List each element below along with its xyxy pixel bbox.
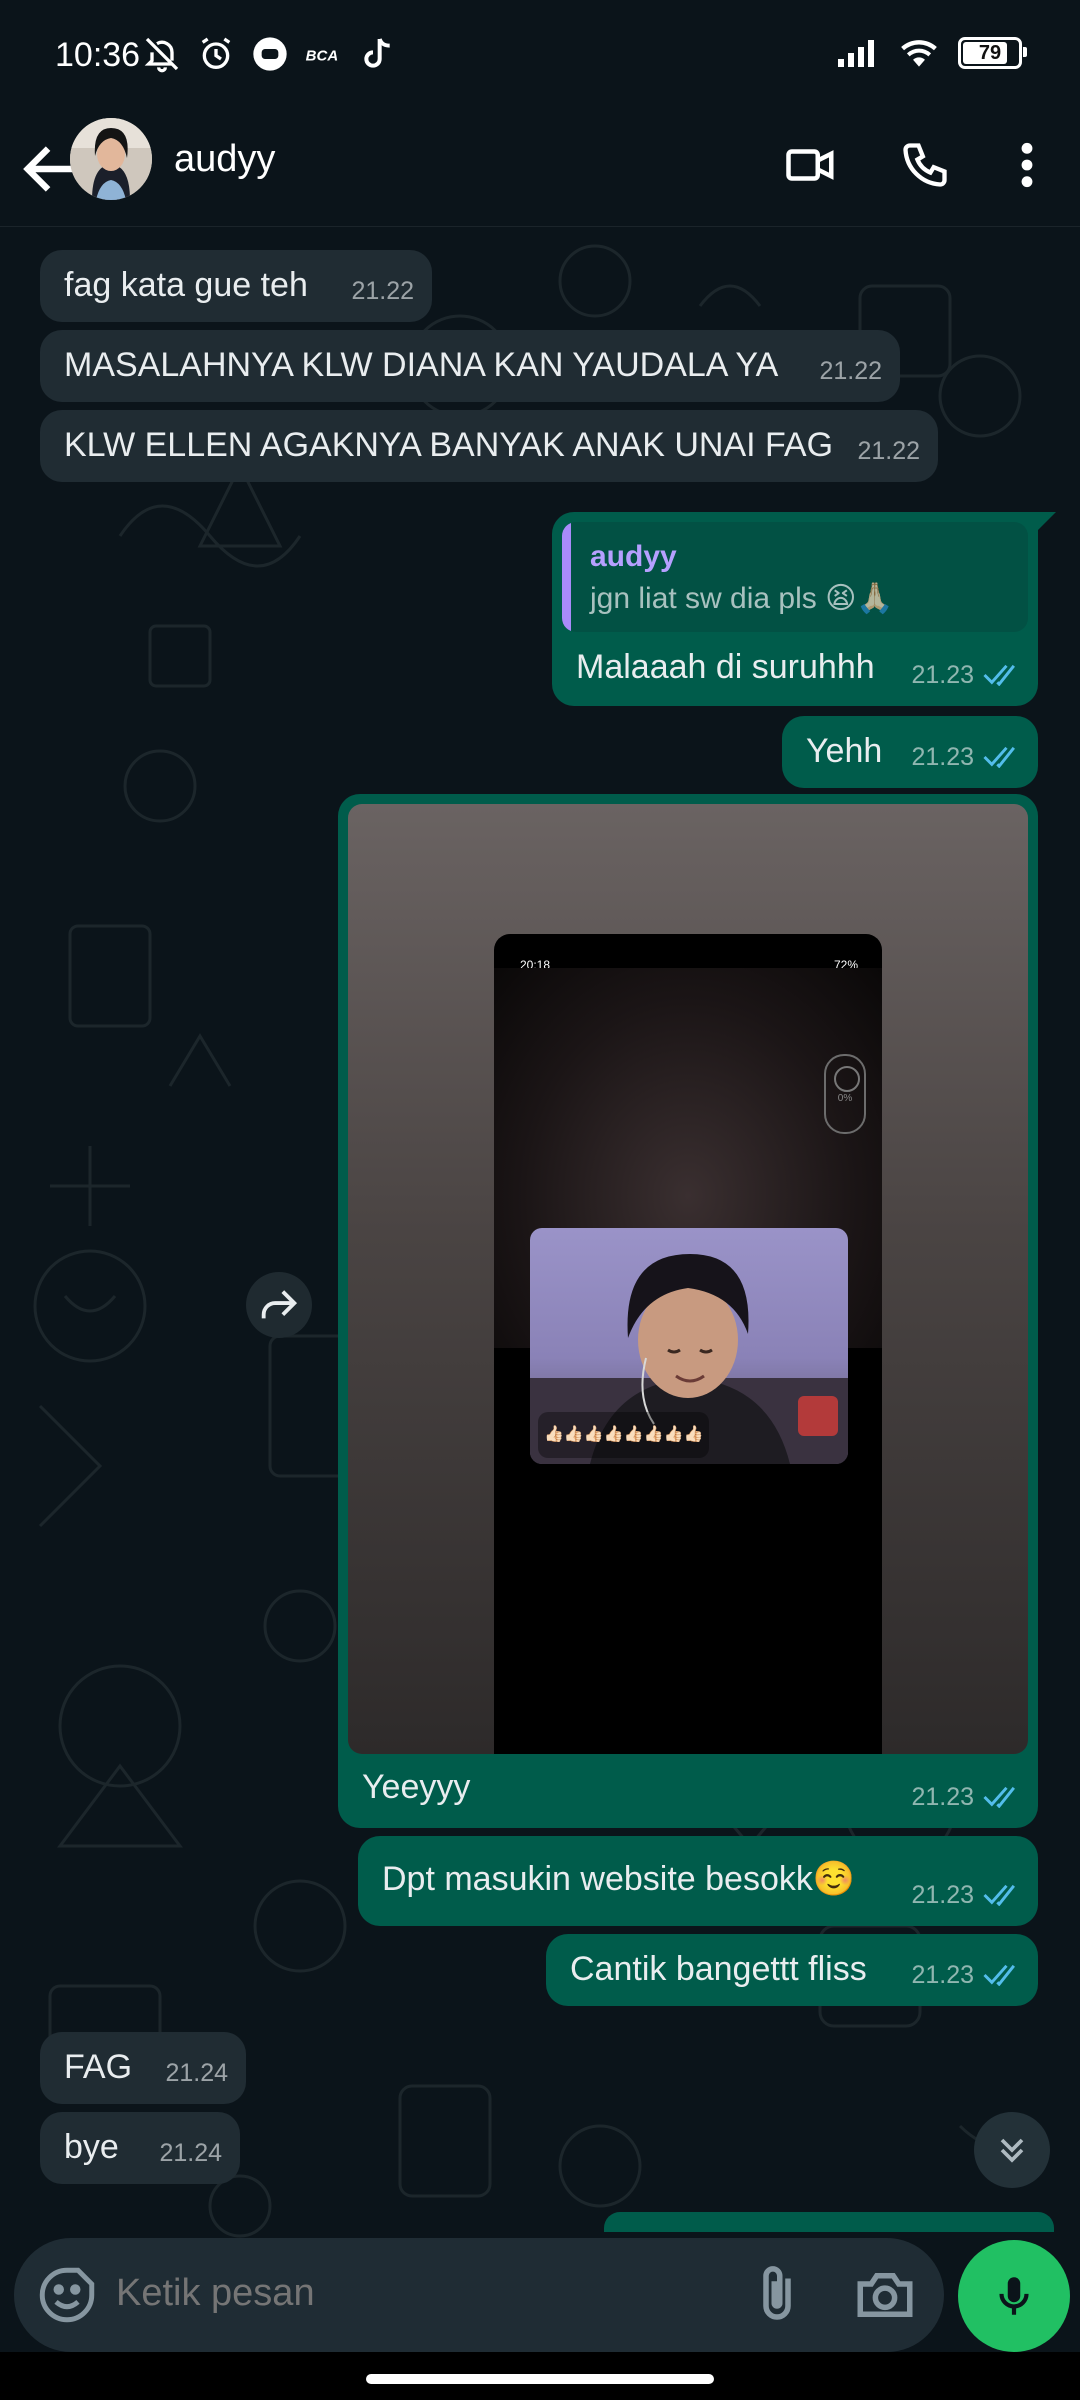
voice-record-button[interactable] [958,2240,1070,2352]
quoted-reply[interactable]: audyy jgn liat sw dia pls 😫🙏🏻 [562,522,1028,632]
signal-icon [838,40,874,67]
double-chevron-down-icon [1000,2138,1024,2163]
sticker-emoji-icon[interactable] [34,2262,100,2328]
contact-name[interactable]: audyy [174,138,275,181]
message-bubble-incoming[interactable]: KLW ELLEN AGAKNYA BANYAK ANAK UNAI FAG 2… [40,410,938,482]
video-call-icon [786,149,834,181]
message-time: 21.23 [911,1776,1020,1818]
message-text: Dpt masukin website besokk☺️ [382,1860,856,1898]
message-bubble-incoming[interactable]: fag kata gue teh 21.22 [40,250,432,322]
message-time: 21.24 [159,2139,222,2167]
message-text: KLW ELLEN AGAKNYA BANYAK ANAK UNAI FAG [64,426,834,464]
read-ticks-icon [983,664,1015,686]
more-options-button[interactable] [992,130,1062,200]
message-text: Yehh [806,732,883,770]
message-time: 21.24 [165,2059,228,2087]
read-ticks-icon [983,1964,1015,1986]
voice-call-icon [903,143,947,187]
reply-author: audyy [590,540,677,573]
message-bubble-incoming[interactable]: FAG 21.24 [40,2032,246,2104]
microphone-icon [999,2277,1029,2315]
system-icons: 79 [836,36,1027,70]
battery-icon: 79 [958,37,1027,69]
message-bubble-outgoing[interactable]: Cantik bangettt fliss 21.23 [546,1934,1038,2006]
message-input[interactable] [116,2272,716,2315]
reply-text: jgn liat sw dia pls 😫🙏🏻 [590,582,894,615]
circle-chat-icon [253,37,287,71]
message-input-bar [14,2238,944,2352]
more-options-icon [1021,142,1033,188]
bca-icon: BCA [306,48,339,65]
message-time: 21.23 [911,1874,1020,1916]
message-bubble-outgoing[interactable]: Yehh 21.23 [782,716,1038,788]
message-text: FAG [64,2048,133,2086]
scroll-to-bottom-button[interactable] [974,2112,1050,2188]
message-text: MASALAHNYA KLW DIANA KAN YAUDALA YA [64,346,779,384]
video-call-preview: 👍🏻👍🏻👍🏻👍🏻👍🏻👍🏻👍🏻👍🏻 [530,1228,848,1464]
status-time: 10:36 [55,36,141,74]
bubble-tail [1036,512,1056,532]
wifi-icon [901,40,937,67]
message-text: Malaaah di suruhhh [576,648,875,686]
tiktok-icon [364,38,390,68]
attachment-icon[interactable] [744,2262,810,2328]
reaction-row: 👍🏻👍🏻👍🏻👍🏻👍🏻👍🏻👍🏻👍🏻 [538,1412,710,1458]
message-time: 21.23 [911,654,1020,696]
avatar[interactable] [70,118,152,200]
image-caption: Yeeyyy [362,1768,471,1806]
voice-call-button[interactable] [890,130,960,200]
message-time: 21.23 [911,736,1020,778]
reply-accent-bar [562,522,571,632]
message-text: Cantik bangettt fliss [570,1950,867,1988]
zoom-indicator: 0% [824,1054,866,1134]
read-ticks-icon [983,746,1015,768]
message-bubble-outgoing[interactable]: audyy jgn liat sw dia pls 😫🙏🏻 Malaaah di… [552,512,1038,706]
message-text: fag kata gue teh [64,266,308,304]
message-bubble-outgoing[interactable]: Dpt masukin website besokk☺️ 21.23 [358,1836,1038,1926]
message-time: 21.22 [857,437,920,465]
message-bubble-incoming[interactable]: bye 21.24 [40,2112,240,2184]
partial-message-bubble [604,2212,1054,2232]
chat-header: audyy [0,112,1080,227]
read-ticks-icon [983,1786,1015,1808]
forward-icon [261,1290,298,1319]
status-bar: 10:36 BCA 79 [0,0,1080,112]
image-message-bubble[interactable]: 20:18 72% 0% 👍🏻👍🏻👍🏻👍🏻👍🏻👍🏻👍🏻👍🏻 Yeeyyy 21.… [338,794,1038,1828]
message-time: 21.22 [819,357,882,385]
bell-off-icon [144,37,179,73]
home-indicator[interactable] [366,2374,714,2384]
battery-level: 79 [978,41,1002,64]
shared-image[interactable]: 20:18 72% 0% 👍🏻👍🏻👍🏻👍🏻👍🏻👍🏻👍🏻👍🏻 [348,804,1028,1754]
alarm-icon [201,37,231,69]
message-time: 21.22 [351,277,414,305]
svg-text:BCA: BCA [306,48,339,65]
message-time: 21.23 [911,1954,1020,1996]
read-ticks-icon [983,1884,1015,1906]
message-text: bye [64,2128,119,2166]
forward-button[interactable] [246,1272,312,1338]
video-call-button[interactable] [776,130,846,200]
screenshot-thumbnail: 20:18 72% 0% 👍🏻👍🏻👍🏻👍🏻👍🏻👍🏻👍🏻👍🏻 [494,934,882,1754]
message-bubble-incoming[interactable]: MASALAHNYA KLW DIANA KAN YAUDALA YA 21.2… [40,330,900,402]
notification-icons: BCA [142,34,398,74]
camera-icon[interactable] [852,2262,918,2328]
thumbnail-status-bar: 20:18 72% [520,958,858,972]
